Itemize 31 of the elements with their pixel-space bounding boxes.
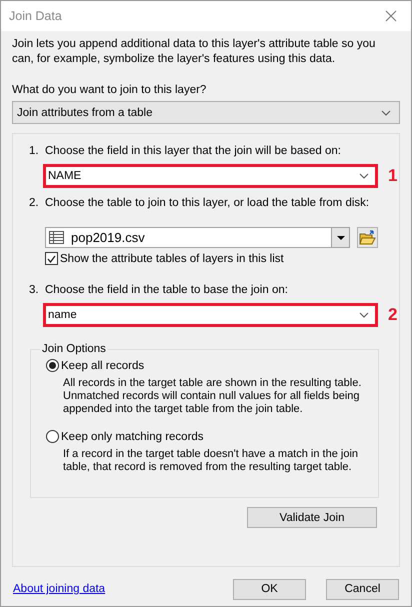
step-label: 1. Choose the field in this layer that the join will be based on:: [29, 144, 342, 159]
table-icon: [49, 231, 64, 244]
join-type-dropdown[interactable]: Join attributes from a table: [12, 101, 400, 124]
validate-join-button[interactable]: Validate Join: [247, 507, 377, 528]
option-radio[interactable]: Keep only matching records: [46, 430, 364, 443]
checkmark-icon: [47, 254, 56, 262]
callout-number: 2: [388, 305, 398, 325]
folder-icon: [359, 230, 376, 245]
intro-text: Join lets you append additional data to this layer's attribute table so you can, for example, symbolize the layer's features using this data.: [12, 37, 376, 67]
close-icon[interactable]: [385, 10, 397, 22]
option-description: All records in the target table are shown in the resulting table. Unmatched records will contain null values for all fields being appended into the target table from the join table.: [63, 377, 362, 416]
chevron-icon: [359, 312, 369, 318]
callout-number: 1: [388, 166, 398, 186]
table-dropdown[interactable]: pop2019.csv: [45, 227, 350, 248]
dropdown-arrow-icon: [336, 236, 344, 240]
step-label: 2. Choose the table to join to this layer, or load the table from disk:: [29, 196, 370, 211]
group-title: Join Options: [41, 343, 107, 355]
option-description: If a record in the target table doesn't have a match in the join table, that record is removed from the resulting target table.: [63, 448, 360, 474]
dialog-button[interactable]: OK: [233, 578, 306, 600]
field-dropdown[interactable]: name: [43, 303, 378, 327]
question-label: What do you want to join to this layer?: [12, 83, 208, 98]
field-dropdown[interactable]: NAME: [43, 164, 378, 188]
layers-checkbox[interactable]: Show the attribute tables of layers in this list: [45, 252, 399, 265]
step-label: 3. Choose the field in the table to base the join on:: [29, 283, 289, 298]
open-folder-button[interactable]: [357, 227, 378, 248]
help-link[interactable]: About joining data: [13, 583, 106, 595]
dialog-button[interactable]: Cancel: [326, 578, 399, 600]
chevron-icon: [359, 173, 369, 179]
window-title: Join Data: [9, 9, 62, 23]
option-radio[interactable]: Keep all records: [46, 359, 364, 372]
chevron-icon: [381, 110, 391, 116]
